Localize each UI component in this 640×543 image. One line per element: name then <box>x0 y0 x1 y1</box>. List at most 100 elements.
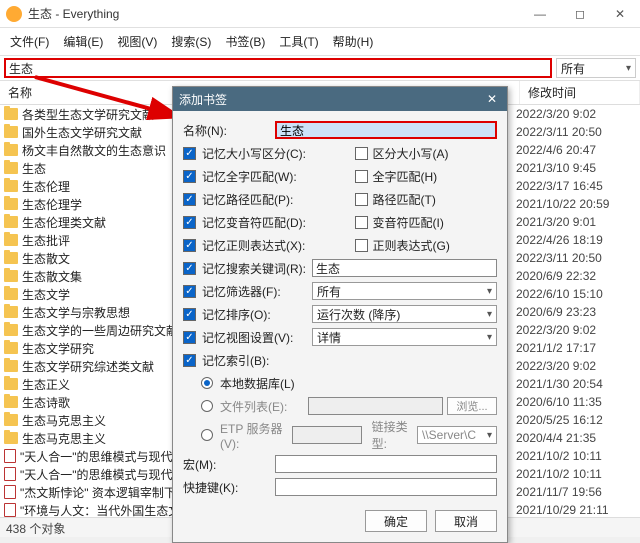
menu-view[interactable]: 视图(V) <box>113 31 161 52</box>
macro-input[interactable] <box>275 455 497 473</box>
opt-case-lbl: 区分大小写(A) <box>373 145 449 162</box>
file-date: 2020/6/10 11:35 <box>516 395 636 409</box>
folder-icon <box>4 234 18 246</box>
shortcut-input[interactable] <box>275 478 497 496</box>
radio-etp[interactable] <box>201 429 213 441</box>
cb-index[interactable]: ✓ <box>183 354 196 367</box>
filter-select[interactable]: 所有 ▾ <box>556 58 636 78</box>
file-date: 2022/4/26 18:19 <box>516 233 636 247</box>
linktype-label: 链接类型: <box>372 418 413 452</box>
cb-diac[interactable]: ✓ <box>183 216 196 229</box>
opt-whole[interactable]: ✓ <box>355 170 368 183</box>
file-date: 2022/3/20 9:02 <box>516 359 636 373</box>
sort-val: 运行次数 (降序) <box>317 306 400 323</box>
file-date: 2020/5/25 16:12 <box>516 413 636 427</box>
document-icon <box>4 485 16 499</box>
opt-diac[interactable]: ✓ <box>355 216 368 229</box>
file-date: 2021/1/2 17:17 <box>516 341 636 355</box>
file-date: 2021/10/2 10:11 <box>516 449 636 463</box>
menu-help[interactable]: 帮助(H) <box>329 31 378 52</box>
lbl-path: 记忆路径匹配(P): <box>202 191 293 208</box>
etp-input <box>292 426 362 444</box>
chevron-down-icon: ▾ <box>487 309 492 320</box>
ok-button[interactable]: 确定 <box>365 510 427 532</box>
folder-icon <box>4 378 18 390</box>
folder-icon <box>4 360 18 372</box>
file-date: 2022/3/17 16:45 <box>516 179 636 193</box>
file-date: 2021/10/2 10:11 <box>516 467 636 481</box>
folder-icon <box>4 324 18 336</box>
search-row: 生态 所有 ▾ <box>0 56 640 81</box>
folder-icon <box>4 180 18 192</box>
file-date: 2020/6/9 23:23 <box>516 305 636 319</box>
menu-file[interactable]: 文件(F) <box>6 31 53 52</box>
opt-case[interactable]: ✓ <box>355 147 368 160</box>
linktype-val: \\Server\C <box>422 428 476 442</box>
cb-kw[interactable]: ✓ <box>183 262 196 275</box>
kw-input[interactable]: 生态 <box>312 259 497 277</box>
file-date: 2021/11/7 19:56 <box>516 485 636 499</box>
radio-local-lbl: 本地数据库(L) <box>220 375 295 392</box>
file-date: 2022/3/20 9:02 <box>516 323 636 337</box>
close-button[interactable]: ✕ <box>600 0 640 28</box>
opt-path-lbl: 路径匹配(T) <box>373 191 436 208</box>
name-input[interactable]: 生态 <box>275 121 497 139</box>
filter-value: 所有 <box>561 60 585 77</box>
menu-search[interactable]: 搜索(S) <box>167 31 215 52</box>
cb-sort[interactable]: ✓ <box>183 308 196 321</box>
document-icon <box>4 503 16 517</box>
file-date: 2022/3/20 9:02 <box>516 107 636 121</box>
radio-filelist-lbl: 文件列表(E): <box>220 398 304 415</box>
document-icon <box>4 467 16 481</box>
chevron-down-icon: ▾ <box>487 286 492 297</box>
opt-path[interactable]: ✓ <box>355 193 368 206</box>
app-icon <box>6 6 22 22</box>
file-date: 2021/3/10 9:45 <box>516 161 636 175</box>
menu-edit[interactable]: 编辑(E) <box>59 31 107 52</box>
cb-case[interactable]: ✓ <box>183 147 196 160</box>
folder-icon <box>4 216 18 228</box>
document-icon <box>4 449 16 463</box>
folder-icon <box>4 126 18 138</box>
shortcut-label: 快捷键(K): <box>183 479 271 496</box>
view-select[interactable]: 详情▾ <box>312 328 497 346</box>
radio-filelist[interactable] <box>201 400 213 412</box>
lbl-whole: 记忆全字匹配(W): <box>202 168 297 185</box>
menu-bookmarks[interactable]: 书签(B) <box>221 31 269 52</box>
lbl-flt: 记忆筛选器(F): <box>202 283 308 300</box>
cb-whole[interactable]: ✓ <box>183 170 196 183</box>
add-bookmark-dialog: 添加书签 ✕ 名称(N): 生态 ✓ 记忆大小写区分(C): ✓区分大小写(A)… <box>172 86 508 543</box>
folder-icon <box>4 342 18 354</box>
file-date: 2022/6/10 15:10 <box>516 287 636 301</box>
minimize-button[interactable]: — <box>520 0 560 28</box>
file-date: 2020/6/9 22:32 <box>516 269 636 283</box>
cb-path[interactable]: ✓ <box>183 193 196 206</box>
dialog-title: 添加书签 <box>179 91 227 108</box>
lbl-regex: 记忆正则表达式(X): <box>202 237 305 254</box>
lbl-view: 记忆视图设置(V): <box>202 329 308 346</box>
opt-regex-lbl: 正则表达式(G) <box>373 237 450 254</box>
flt-val: 所有 <box>317 283 341 300</box>
folder-icon <box>4 306 18 318</box>
folder-icon <box>4 396 18 408</box>
lbl-sort: 记忆排序(O): <box>202 306 308 323</box>
radio-local[interactable] <box>201 377 213 389</box>
col-date[interactable]: 修改时间 <box>520 81 640 104</box>
cb-view[interactable]: ✓ <box>183 331 196 344</box>
file-date: 2022/4/6 20:47 <box>516 143 636 157</box>
folder-icon <box>4 432 18 444</box>
menu-tools[interactable]: 工具(T) <box>275 31 322 52</box>
opt-regex[interactable]: ✓ <box>355 239 368 252</box>
radio-etp-lbl: ETP 服务器(V): <box>220 420 288 451</box>
file-date: 2021/10/22 20:59 <box>516 197 636 211</box>
sort-select[interactable]: 运行次数 (降序) ▾ <box>312 305 497 323</box>
flt-select[interactable]: 所有 ▾ <box>312 282 497 300</box>
view-val: 详情 <box>317 329 341 346</box>
cb-regex[interactable]: ✓ <box>183 239 196 252</box>
cancel-button[interactable]: 取消 <box>435 510 497 532</box>
dialog-close-button[interactable]: ✕ <box>483 90 501 108</box>
maximize-button[interactable]: ◻ <box>560 0 600 28</box>
cb-flt[interactable]: ✓ <box>183 285 196 298</box>
file-date: 2020/4/4 21:35 <box>516 431 636 445</box>
search-input[interactable]: 生态 <box>4 58 552 78</box>
